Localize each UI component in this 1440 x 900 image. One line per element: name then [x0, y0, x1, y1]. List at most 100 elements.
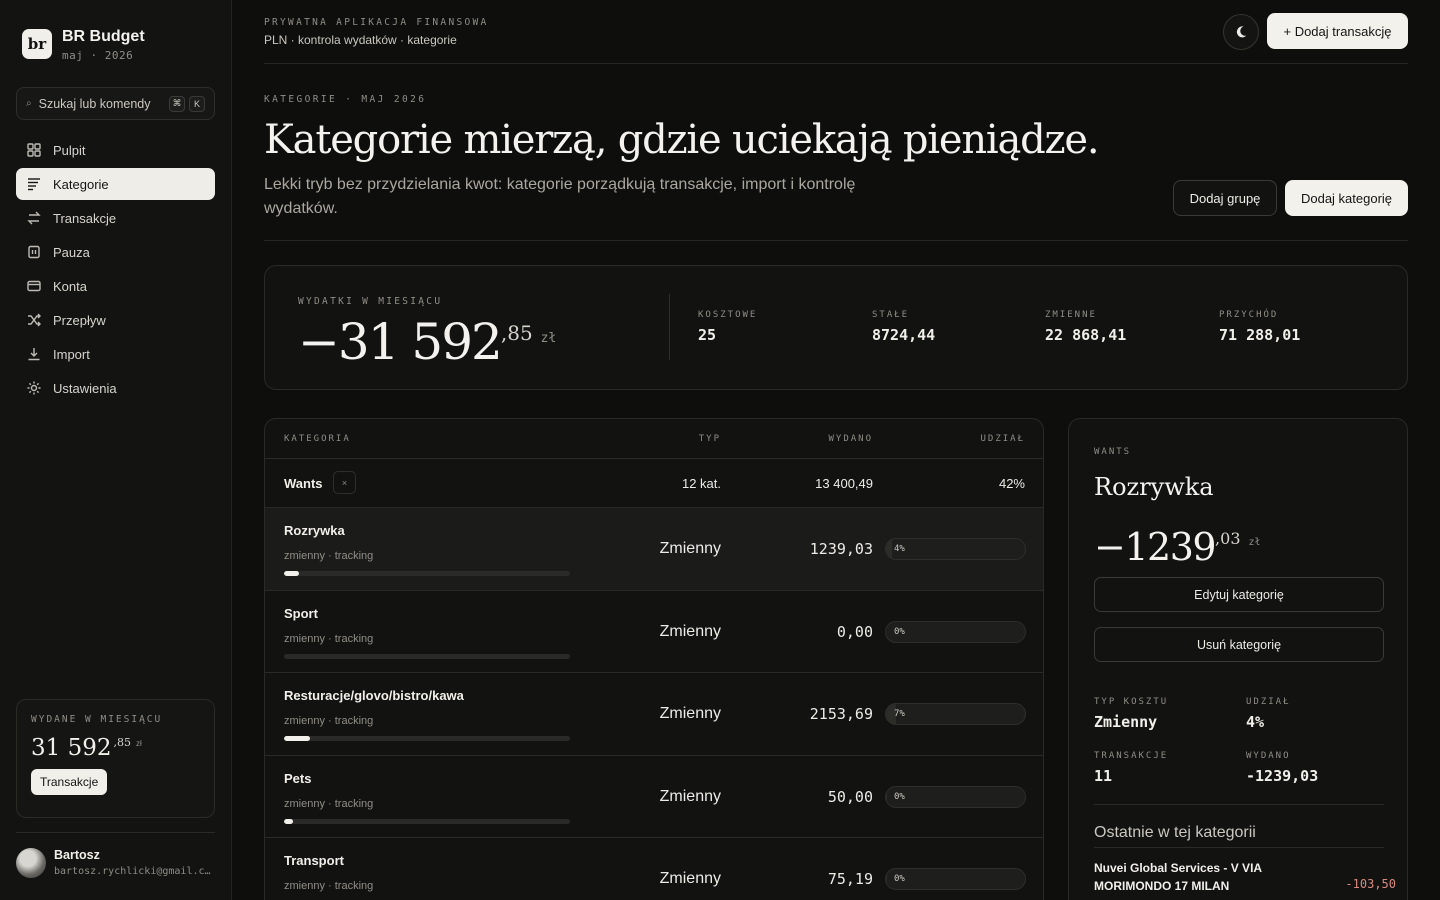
- stat-zmienne: Zmienne 22 868,41: [1045, 310, 1126, 344]
- category-type: Zmienny: [659, 540, 721, 557]
- nav-item-ustawienia[interactable]: Ustawienia: [16, 372, 215, 404]
- summary-divider: [669, 294, 670, 360]
- edit-category-button[interactable]: Edytuj kategorię: [1094, 577, 1384, 612]
- shuffle-icon: [28, 313, 41, 327]
- categories-table: Kategoria Typ Wydano Udział Wants × 12 k…: [264, 418, 1044, 900]
- sidebar-spent-currency: zł: [135, 739, 142, 748]
- category-progress-track: [284, 571, 570, 576]
- divider: [264, 240, 1408, 241]
- share-label: 0%: [894, 626, 905, 637]
- sidebar-transactions-button[interactable]: Transakcje: [31, 769, 108, 795]
- category-type: Zmienny: [659, 787, 721, 805]
- shortcut-cmd-key: ⌘: [169, 95, 185, 112]
- recent-transactions-title: Ostatnie w tej kategorii: [1094, 824, 1256, 841]
- kv-value: -1239,03: [1246, 767, 1319, 785]
- monthly-summary-card: Wydatki w miesiącu −31 592 ,85 zł Koszto…: [264, 265, 1408, 390]
- category-type: Zmienny: [659, 705, 721, 722]
- summary-amount: −31 592 ,85 zł: [298, 311, 556, 373]
- grid-icon: [27, 143, 41, 157]
- stat-value: 22 868,41: [1045, 326, 1127, 344]
- share-label: 4%: [894, 544, 905, 554]
- category-row-transport[interactable]: Transport zmienny · tracking Zmienny 75,…: [265, 838, 1043, 900]
- category-row-restauracje[interactable]: Resturacje/glovo/bistro/kawa zmienny · t…: [265, 673, 1043, 756]
- recent-transaction-item[interactable]: Nuvei Global Services - V VIA MORIMONDO …: [1094, 859, 1396, 895]
- category-row-sport[interactable]: Sport zmienny · tracking Zmienny 0,00 0%: [265, 591, 1043, 673]
- divider: [1094, 804, 1384, 805]
- swap-icon: [27, 211, 41, 225]
- brand-period: maj · 2026: [62, 49, 134, 62]
- delete-category-button[interactable]: Usuń kategorię: [1094, 627, 1384, 662]
- group-collapse-button[interactable]: ×: [333, 471, 356, 494]
- category-progress-track: [284, 736, 570, 741]
- category-detail-panel: Wants Rozrywka −1239 ,03 zł Edytuj kateg…: [1068, 418, 1408, 900]
- detail-group: Wants: [1094, 447, 1132, 457]
- page-eyebrow: Kategorie · maj 2026: [264, 94, 427, 105]
- card-icon: [27, 280, 41, 292]
- detail-amount: −1239 ,03 zł: [1094, 523, 1261, 571]
- moon-icon: [1236, 26, 1247, 38]
- detail-title: Rozrywka: [1094, 473, 1214, 501]
- share-label: 7%: [894, 709, 905, 719]
- add-category-button[interactable]: Dodaj kategorię: [1285, 180, 1408, 216]
- stat-label: Przychód: [1219, 310, 1279, 320]
- kv-label: Wydano: [1246, 751, 1291, 761]
- add-transaction-button[interactable]: + Dodaj transakcję: [1267, 13, 1408, 49]
- nav-label: Kategorie: [53, 176, 109, 192]
- search-label: Szukaj lub komendy: [38, 96, 151, 111]
- detail-currency: zł: [1248, 537, 1261, 548]
- share-label: 0%: [894, 874, 905, 884]
- sidebar: br BR Budget maj · 2026 ⌕ Szukaj lub kom…: [0, 0, 232, 900]
- category-progress-fill: [284, 736, 311, 741]
- nav-item-pulpit[interactable]: Pulpit: [16, 134, 215, 166]
- kv-label: Udział: [1246, 697, 1291, 707]
- app-subtitle: PLN · kontrola wydatków · kategorie: [264, 33, 457, 47]
- nav-item-pauza[interactable]: Pauza: [16, 236, 215, 268]
- kv-label: Typ kosztu: [1094, 697, 1169, 707]
- stat-label: Kosztowe: [698, 310, 758, 320]
- user-profile[interactable]: Bartosz bartosz.rychlicki@gmail.com: [16, 832, 215, 878]
- category-row-rozrywka[interactable]: Rozrywka zmienny · tracking Zmienny 1239…: [265, 508, 1043, 591]
- stat-kosztowe: Kosztowe 25: [698, 310, 757, 344]
- summary-amount-cents: ,85: [500, 321, 533, 345]
- stat-value: 8724,44: [872, 326, 936, 344]
- transaction-amount: -103,50: [1345, 877, 1396, 891]
- sidebar-spent-cents: ,85: [113, 736, 131, 749]
- command-search[interactable]: ⌕ Szukaj lub komendy ⌘ K: [16, 87, 215, 120]
- detail-amount-cents: ,03: [1215, 529, 1241, 548]
- sidebar-spent-card: Wydane w miesiącu 31 592 ,85 zł Transakc…: [16, 699, 215, 818]
- stat-value: 71 288,01: [1219, 326, 1301, 344]
- main-nav: Pulpit Kategorie Transakcje Pauza Konta …: [16, 134, 215, 406]
- nav-label: Pulpit: [53, 142, 86, 158]
- user-name: Bartosz: [54, 848, 100, 862]
- column-type: Typ: [698, 434, 721, 444]
- search-icon: ⌕: [26, 98, 32, 109]
- category-name: Rozrywka: [284, 523, 345, 538]
- nav-item-kategorie[interactable]: Kategorie: [16, 168, 215, 200]
- page-description: Lekki tryb bez przydzielania kwot: kateg…: [264, 176, 856, 217]
- category-spent: 1239,03: [809, 540, 873, 558]
- category-row-pets[interactable]: Pets zmienny · tracking Zmienny 50,00 0%: [265, 756, 1043, 838]
- theme-toggle-button[interactable]: [1223, 14, 1259, 50]
- detail-spent: Wydano -1239,03: [1246, 751, 1318, 785]
- shortcut-k-key: K: [189, 95, 205, 112]
- category-spent: 2153,69: [809, 705, 873, 723]
- add-group-button[interactable]: Dodaj grupę: [1173, 180, 1277, 216]
- category-share-bar: 0%: [885, 785, 1026, 808]
- share-bar-fill: [886, 786, 887, 807]
- category-name: Pets: [284, 770, 312, 786]
- nav-item-import[interactable]: Import: [16, 338, 215, 370]
- brand[interactable]: br BR Budget maj · 2026: [22, 28, 145, 62]
- category-meta: zmienny · tracking: [284, 632, 374, 645]
- column-spent: Wydano: [828, 434, 873, 444]
- summary-currency: zł: [540, 331, 557, 346]
- nav-item-konta[interactable]: Konta: [16, 270, 215, 302]
- detail-amount-whole: −1239: [1094, 525, 1217, 569]
- category-spent: 75,19: [827, 870, 873, 888]
- category-type: Zmienny: [659, 870, 721, 887]
- nav-label: Pauza: [53, 244, 90, 260]
- nav-item-transakcje[interactable]: Transakcje: [16, 202, 215, 234]
- group-row-wants[interactable]: Wants × 12 kat. 13 400,49 42%: [265, 459, 1043, 508]
- sidebar-spent-label: Wydane w miesiącu: [31, 714, 163, 725]
- group-name: Wants: [284, 476, 323, 491]
- nav-item-przeplyw[interactable]: Przepływ: [16, 304, 215, 336]
